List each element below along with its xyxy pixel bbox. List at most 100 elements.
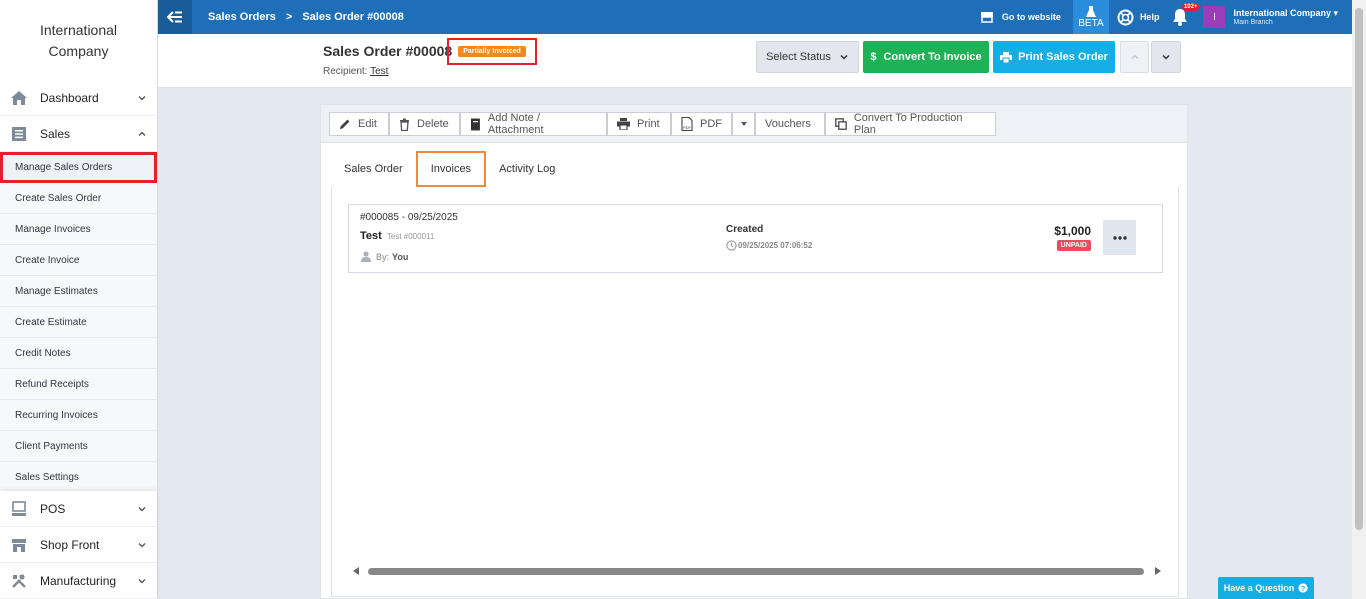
sidebar-item-manage-sales-orders[interactable]: Manage Sales Orders — [0, 152, 157, 183]
svg-text:?: ? — [1301, 586, 1305, 593]
next-record-button[interactable] — [1151, 41, 1181, 73]
horizontal-scrollbar[interactable] — [352, 565, 1162, 577]
sidebar-item-pos[interactable]: POS — [0, 491, 157, 527]
invoice-client: Test Test #000011 — [360, 230, 434, 242]
breadcrumb: Sales Orders > Sales Order #00008 — [208, 11, 404, 23]
breadcrumb-current: Sales Order #00008 — [302, 11, 404, 23]
invoice-status: Created — [726, 224, 764, 235]
chevron-down-icon — [840, 54, 848, 60]
chevron-down-icon — [138, 578, 146, 583]
vouchers-dropdown[interactable]: Vouchers — [755, 112, 825, 136]
help-link[interactable]: Help — [1117, 9, 1160, 26]
sidebar-item-credit-notes[interactable]: Credit Notes — [0, 338, 157, 369]
printer-icon — [617, 118, 630, 130]
menu-collapse-icon — [167, 11, 182, 23]
scrollbar-thumb[interactable] — [368, 568, 1144, 575]
sidebar-item-recurring-invoices[interactable]: Recurring Invoices — [0, 400, 157, 431]
sidebar-item-manage-invoices[interactable]: Manage Invoices — [0, 214, 157, 245]
chevron-down-icon — [138, 506, 146, 511]
sidebar-item-create-estimate[interactable]: Create Estimate — [0, 307, 157, 338]
edit-button[interactable]: Edit — [329, 112, 389, 136]
scrollbar-thumb[interactable] — [1355, 8, 1363, 530]
chevron-down-icon — [138, 95, 146, 100]
print-button[interactable]: Print — [607, 112, 671, 136]
convert-to-production-plan-button[interactable]: Convert To Production Plan — [825, 112, 996, 136]
print-sales-order-label: Print Sales Order — [1018, 51, 1108, 63]
pdf-button[interactable]: PDF PDF — [671, 112, 732, 136]
caret-down-icon — [813, 123, 815, 125]
delete-label: Delete — [417, 118, 449, 130]
notification-count-badge: 102+ — [1181, 3, 1200, 11]
question-circle-icon: ? — [1298, 583, 1308, 593]
help-label: Help — [1139, 12, 1160, 22]
notifications-button[interactable]: 102+ — [1171, 3, 1200, 27]
invoice-client-name: Test — [360, 230, 382, 242]
select-status-dropdown[interactable]: Select Status — [756, 41, 859, 73]
print-sales-order-button[interactable]: Print Sales Order — [993, 41, 1115, 73]
vouchers-label: Vouchers — [765, 118, 811, 130]
more-actions-button[interactable] — [1103, 220, 1136, 255]
sidebar-toggle-button[interactable] — [158, 0, 192, 34]
sidebar-item-label: Manufacturing — [40, 573, 117, 588]
chevron-up-icon — [138, 131, 146, 136]
sidebar-item-sales-settings[interactable]: Sales Settings — [0, 462, 157, 493]
user-menu[interactable]: International Company ▾ Main Branch — [1233, 8, 1338, 26]
sidebar-item-label: POS — [40, 501, 66, 516]
sidebar-item-create-sales-order[interactable]: Create Sales Order — [0, 183, 157, 214]
sidebar-item-shop-front[interactable]: Shop Front — [0, 527, 157, 563]
user-icon — [361, 251, 371, 262]
by-value: You — [392, 251, 409, 262]
order-tabs: Sales Order Invoices Activity Log — [331, 151, 568, 187]
invoice-list-item[interactable]: #000085 - 09/25/2025 Test Test #000011 B… — [348, 204, 1163, 273]
user-branch: Main Branch — [1233, 19, 1273, 26]
breadcrumb-sales-orders[interactable]: Sales Orders — [208, 11, 276, 23]
invoice-amount: $1,000 — [1054, 224, 1091, 238]
notebook-icon — [470, 118, 480, 130]
add-note-attachment-button[interactable]: Add Note / Attachment — [460, 112, 607, 136]
select-status-label: Select Status — [766, 51, 831, 63]
chevron-up-icon — [1130, 54, 1139, 60]
beta-button[interactable]: BETA — [1072, 0, 1109, 34]
recipient-link[interactable]: Test — [370, 66, 388, 77]
print-label: Print — [637, 118, 660, 130]
trash-icon — [400, 118, 409, 131]
sidebar-item-refund-receipts[interactable]: Refund Receipts — [0, 369, 157, 400]
tab-invoices[interactable]: Invoices — [415, 151, 487, 187]
have-a-question-button[interactable]: Have a Question ? — [1218, 577, 1314, 599]
avatar[interactable]: I — [1203, 6, 1226, 28]
previous-record-button[interactable] — [1120, 41, 1149, 73]
sidebar-item-manufacturing[interactable]: Manufacturing — [0, 563, 157, 599]
go-to-website-link[interactable]: Go to website — [980, 11, 1061, 23]
tools-icon — [10, 572, 28, 590]
delete-button[interactable]: Delete — [389, 112, 460, 136]
payment-status-badge: UNPAID — [1056, 240, 1091, 251]
scroll-left-arrow-icon[interactable] — [352, 566, 360, 576]
lifebuoy-icon — [1117, 9, 1134, 25]
page-header: Sales Order #00008 Partially Invoiced Re… — [158, 34, 1352, 88]
pdf-file-icon: PDF — [681, 117, 693, 131]
beta-label: BETA — [1078, 17, 1104, 29]
scroll-right-arrow-icon[interactable] — [1154, 566, 1162, 576]
sidebar-item-dashboard[interactable]: Dashboard — [0, 80, 157, 116]
sidebar-item-create-invoice[interactable]: Create Invoice — [0, 245, 157, 276]
sidebar-item-label: Shop Front — [40, 537, 100, 552]
sidebar-item-client-payments[interactable]: Client Payments — [0, 431, 157, 462]
add-note-label: Add Note / Attachment — [487, 112, 544, 136]
convert-to-invoice-button[interactable]: $ Convert To Invoice — [863, 41, 989, 73]
recipient-label: Recipient: — [323, 66, 368, 77]
sidebar-item-label: Sales — [40, 126, 71, 141]
page-scrollbar[interactable] — [1352, 0, 1366, 599]
pdf-dropdown-toggle[interactable] — [732, 112, 755, 136]
pencil-icon — [340, 119, 350, 129]
company-brand[interactable]: International Company — [0, 0, 157, 80]
sidebar-item-sales[interactable]: Sales — [0, 116, 157, 152]
tab-sales-order[interactable]: Sales Order — [331, 151, 416, 187]
go-to-website-label: Go to website — [1001, 12, 1061, 22]
tab-activity-log[interactable]: Activity Log — [486, 151, 568, 187]
chevron-down-icon — [1162, 54, 1170, 60]
sidebar-item-manage-estimates[interactable]: Manage Estimates — [0, 276, 157, 307]
brand-line-2: Company — [48, 43, 109, 59]
have-question-label: Have a Question — [1223, 583, 1295, 593]
ellipsis-icon — [1112, 235, 1127, 240]
brand-line-1: International — [39, 22, 118, 38]
